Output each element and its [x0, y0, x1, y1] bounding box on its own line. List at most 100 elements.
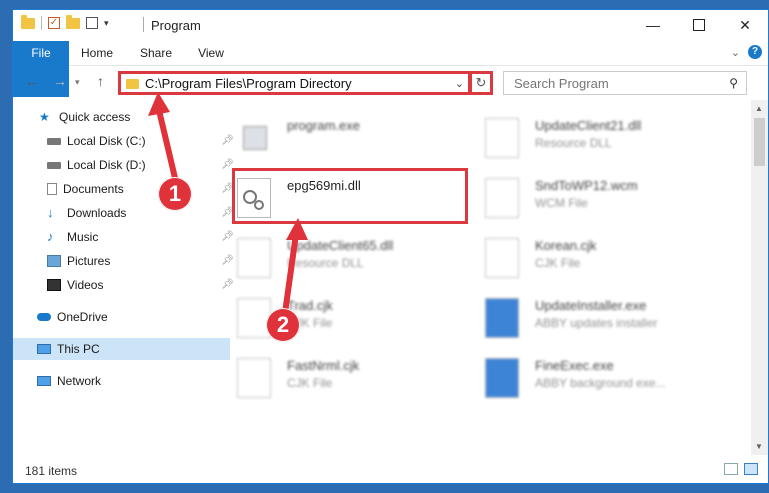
star-icon: ★: [39, 110, 50, 124]
scroll-up-icon[interactable]: ▲: [755, 104, 763, 113]
file-item[interactable]: FineExec.exe ABBY background exe...: [479, 354, 719, 410]
maximize-button[interactable]: [676, 10, 722, 40]
up-button[interactable]: ↑: [97, 73, 104, 89]
sidebar-item-videos[interactable]: Videos 📌︎: [13, 274, 240, 296]
item-count: 181 items: [25, 464, 78, 478]
sidebar-item-quick-access[interactable]: ★ Quick access: [13, 106, 232, 128]
sidebar-item-label: Network: [57, 374, 102, 388]
address-path[interactable]: C:\Program Files\Program Directory: [145, 76, 352, 91]
file-icon: [237, 358, 271, 398]
maximize-icon: [693, 19, 705, 31]
file-item[interactable]: program.exe: [231, 114, 471, 170]
ribbon: File Home Share View ⌄ ?: [13, 41, 768, 97]
file-item[interactable]: Korean.cjk CJK File: [479, 234, 719, 290]
view-switcher: [724, 463, 758, 475]
refresh-button[interactable]: ↻: [471, 71, 493, 95]
file-name: UpdateClient65.dll: [287, 238, 394, 253]
network-icon: [37, 376, 51, 386]
step-badge-2: 2: [266, 308, 300, 342]
file-item[interactable]: UpdateClient21.dll Resource DLL: [479, 114, 719, 170]
file-item[interactable]: FastNrml.cjk CJK File: [231, 354, 471, 410]
file-highlight-box: [232, 168, 468, 224]
sidebar-item-label: Downloads: [67, 206, 127, 220]
scrollbar-thumb[interactable]: [754, 118, 765, 166]
step-badge-1: 1: [158, 177, 192, 211]
file-name: UpdateInstaller.exe: [535, 298, 647, 313]
search-icon[interactable]: ⚲: [729, 76, 738, 90]
vertical-scrollbar[interactable]: ▲ ▼: [751, 100, 768, 455]
title-divider: [143, 17, 144, 32]
file-type: ABBY background exe...: [535, 376, 666, 390]
status-bar: 181 items: [13, 457, 768, 483]
navigation-bar: ← → ▾ ↑ C:\Program Files\Program Directo…: [13, 68, 768, 98]
file-item[interactable]: UpdateClient65.dll Resource DLL: [231, 234, 471, 290]
chevron-down-icon[interactable]: ▾: [104, 18, 109, 29]
sidebar-item-music[interactable]: ♪ Music 📌︎: [13, 226, 240, 248]
forward-button[interactable]: →: [53, 73, 67, 89]
file-list: program.exe UpdateClient21.dll Resource …: [209, 100, 743, 443]
sidebar-item-label: This PC: [57, 342, 100, 356]
file-name: UpdateClient21.dll: [535, 118, 642, 133]
drive-icon: [47, 137, 61, 145]
sidebar-item-label: Music: [67, 230, 99, 244]
sidebar-item-onedrive[interactable]: OneDrive: [13, 306, 230, 328]
file-item[interactable]: SndToWP12.wcm WCM File: [479, 174, 719, 230]
tab-home[interactable]: Home: [74, 41, 120, 65]
sidebar-item-pictures[interactable]: Pictures 📌︎: [13, 250, 240, 272]
sidebar-item-downloads[interactable]: ↓ Downloads 📌︎: [13, 202, 240, 224]
file-name: SndToWP12.wcm: [535, 178, 638, 193]
sidebar-item-label: Videos: [67, 278, 104, 292]
search-box[interactable]: ⚲: [503, 71, 747, 95]
exe-icon: [485, 298, 519, 338]
documents-icon: [47, 183, 57, 195]
tab-view[interactable]: View: [191, 41, 231, 65]
search-input[interactable]: [512, 75, 716, 92]
navigation-pane: ★ Quick access Local Disk (C:) 📌︎ Local …: [13, 106, 234, 443]
file-name: Trad.cjk: [287, 298, 333, 313]
close-button[interactable]: ✕: [722, 10, 768, 40]
recent-locations-button[interactable]: ▾: [75, 77, 80, 88]
customize-icon[interactable]: [86, 17, 98, 29]
explorer-window: ✓ ▾ Program — ✕ File Home Share View ⌄ ?…: [12, 9, 769, 484]
exe-icon: [485, 358, 519, 398]
sidebar-item-documents[interactable]: Documents 📌︎: [13, 178, 240, 200]
minimize-button[interactable]: —: [630, 10, 676, 40]
file-name: FineExec.exe: [535, 358, 614, 373]
folder-icon: [126, 79, 139, 89]
scroll-down-icon[interactable]: ▼: [755, 442, 763, 451]
downloads-icon: ↓: [47, 205, 54, 220]
details-view-icon[interactable]: [724, 463, 738, 475]
file-name: FastNrml.cjk: [287, 358, 360, 373]
back-button[interactable]: ←: [25, 73, 39, 89]
file-icon: [485, 238, 519, 278]
file-item[interactable]: UpdateInstaller.exe ABBY updates install…: [479, 294, 719, 350]
file-type: CJK File: [287, 376, 333, 390]
expand-ribbon-icon[interactable]: ⌄: [731, 46, 740, 59]
sidebar-item-label: OneDrive: [57, 310, 108, 324]
new-folder-icon[interactable]: [66, 14, 80, 29]
file-icon: [485, 178, 519, 218]
file-name: program.exe: [287, 118, 360, 133]
sidebar-item-network[interactable]: Network: [13, 370, 230, 392]
help-icon[interactable]: ?: [748, 45, 762, 59]
sidebar-item-label: Pictures: [67, 254, 111, 268]
toolbar-divider: [41, 16, 42, 30]
chevron-down-icon[interactable]: ⌄: [455, 77, 464, 90]
folder-icon: [21, 14, 35, 29]
sidebar-item-local-disk-c[interactable]: Local Disk (C:) 📌︎: [13, 130, 240, 152]
sidebar-item-label: Quick access: [59, 110, 131, 124]
pc-icon: [37, 344, 51, 354]
file-type: Resource DLL: [287, 256, 364, 270]
music-icon: ♪: [47, 229, 54, 244]
sidebar-item-local-disk-d[interactable]: Local Disk (D:) 📌︎: [13, 154, 240, 176]
properties-check-icon[interactable]: ✓: [48, 17, 60, 29]
quick-access-toolbar: ✓ ▾: [21, 14, 109, 30]
file-type: CJK File: [535, 256, 581, 270]
sidebar-item-label: Local Disk (C:): [67, 134, 146, 148]
address-bar[interactable]: C:\Program Files\Program Directory ⌄: [118, 71, 471, 95]
large-icons-view-icon[interactable]: [744, 463, 758, 475]
sidebar-item-this-pc[interactable]: This PC: [13, 338, 230, 360]
file-type: ABBY updates installer: [535, 316, 658, 330]
drive-icon: [47, 161, 61, 169]
tab-share[interactable]: Share: [133, 41, 179, 65]
